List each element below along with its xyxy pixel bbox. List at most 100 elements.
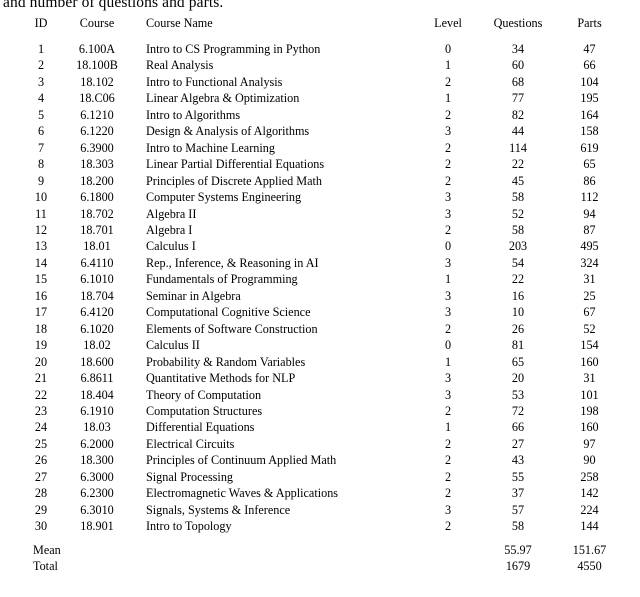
row-cell-course: 18.901: [80, 519, 114, 534]
row-cell-course: 18.303: [80, 157, 114, 172]
row-cell-course-name: Intro to Machine Learning: [146, 140, 275, 155]
row-cell-course-name: Calculus I: [146, 239, 196, 254]
row-cell-parts: 31: [583, 272, 596, 287]
summary-label: Mean: [33, 542, 61, 557]
table-row: 30 18.901 Intro to Topology 2 58 144: [20, 518, 622, 537]
row-cell-id: 27: [34, 469, 48, 484]
row-cell-level: 1: [444, 420, 452, 435]
row-cell-parts: 144: [580, 519, 599, 534]
row-cell-course-name: Principles of Continuum Applied Math: [146, 453, 337, 468]
row-cell-questions: 16: [511, 288, 525, 303]
row-cell-course: 6.8611: [80, 371, 114, 386]
row-cell-course-name: Electrical Circuits: [146, 436, 235, 451]
row-cell-parts: 65: [583, 157, 596, 172]
row-cell-id: 1: [37, 42, 45, 56]
row-cell-parts: 112: [580, 190, 599, 205]
table-row: 19 18.02 Calculus II 0 81 154: [20, 337, 622, 353]
row-cell-level: 3: [444, 502, 452, 517]
row-cell-course-name: Algebra I: [146, 222, 193, 237]
row-cell-questions: 55: [511, 469, 525, 484]
row-cell-questions: 44: [511, 124, 525, 139]
row-cell-id: 11: [35, 206, 47, 221]
summary-label: Total: [33, 559, 58, 574]
table-row: 25 6.2000 Electrical Circuits 2 27 97: [20, 436, 622, 452]
row-cell-level: 3: [444, 371, 452, 386]
row-cell-course-name: Linear Partial Differential Equations: [146, 157, 325, 172]
table-row: 7 6.3900 Intro to Machine Learning 2 114 619: [20, 140, 622, 156]
row-cell-level: 2: [444, 486, 452, 501]
row-cell-level: 2: [444, 157, 452, 172]
row-cell-level: 0: [444, 239, 452, 254]
row-cell-level: 2: [444, 403, 452, 418]
row-cell-course-name: Theory of Computation: [146, 387, 262, 402]
row-cell-id: 13: [34, 239, 48, 254]
row-cell-level: 0: [444, 42, 452, 56]
table-summary: Mean 55.97 151.67 Total 1679 4550: [20, 538, 622, 579]
row-cell-course-name: Quantitative Methods for NLP: [146, 371, 296, 386]
row-cell-level: 1: [444, 58, 452, 73]
column-header-course-name: Course Name: [146, 16, 213, 30]
row-cell-id: 9: [37, 173, 45, 188]
summary-row: Mean 55.97 151.67: [20, 538, 622, 558]
row-cell-course: 6.3010: [80, 502, 114, 517]
row-cell-level: 3: [444, 124, 452, 139]
table-row: 2 18.100B Real Analysis 1 60 66: [20, 57, 622, 73]
row-cell-course-name: Computational Cognitive Science: [146, 305, 311, 320]
row-cell-questions: 65: [511, 354, 525, 369]
row-cell-questions: 58: [511, 190, 525, 205]
table-row: 15 6.1010 Fundamentals of Programming 1 22 31: [20, 271, 622, 287]
table-row: 12 18.701 Algebra I 2 58 87: [20, 222, 622, 238]
row-cell-questions: 60: [511, 58, 525, 73]
summary-cell-parts: 4550: [577, 559, 602, 574]
row-cell-course-name: Intro to Algorithms: [146, 107, 241, 122]
row-cell-parts: 104: [580, 74, 599, 89]
table-row: 28 6.2300 Electromagnetic Waves & Applicat…: [20, 485, 622, 501]
row-cell-course-name: Rep., Inference, & Reasoning in AI: [146, 255, 319, 270]
table-row: 9 18.200 Principles of Discrete Applied Ma…: [20, 173, 622, 189]
row-cell-level: 3: [444, 288, 452, 303]
row-cell-id: 28: [34, 486, 48, 501]
row-cell-id: 16: [34, 288, 48, 303]
row-cell-course-name: Linear Algebra & Optimization: [146, 91, 300, 106]
row-cell-level: 2: [444, 321, 452, 336]
course-statistics-table: ID Course Course Name Level Questions Pa…: [20, 11, 622, 579]
row-cell-id: 25: [34, 436, 48, 451]
row-cell-id: 5: [37, 107, 45, 122]
row-cell-course: 6.1010: [80, 272, 114, 287]
row-cell-course-name: Differential Equations: [146, 420, 255, 435]
table-row: 5 6.1210 Intro to Algorithms 2 82 164: [20, 107, 622, 123]
table-row: 14 6.4110 Rep., Inference, & Reasoning in …: [20, 255, 622, 271]
table-row: 23 6.1910 Computation Structures 2 72 198: [20, 403, 622, 419]
row-cell-questions: 77: [511, 91, 525, 106]
row-cell-course-name: Design & Analysis of Algorithms: [146, 124, 310, 139]
table-row: 24 18.03 Differential Equations 1 66 160: [20, 419, 622, 435]
row-cell-level: 3: [444, 190, 452, 205]
row-cell-id: 6: [37, 124, 45, 139]
row-cell-course: 18.704: [80, 288, 114, 303]
row-cell-course-name: Principles of Discrete Applied Math: [146, 173, 323, 188]
table-row: 16 18.704 Seminar in Algebra 3 16 25: [20, 288, 622, 304]
row-cell-questions: 57: [511, 502, 525, 517]
table-row: 22 18.404 Theory of Computation 3 53 101: [20, 387, 622, 403]
row-cell-questions: 27: [511, 436, 525, 451]
row-cell-course: 6.1210: [80, 107, 114, 122]
row-cell-course: 6.1910: [80, 403, 114, 418]
row-cell-id: 26: [34, 453, 48, 468]
row-cell-id: 29: [34, 502, 48, 517]
row-cell-level: 0: [444, 338, 452, 353]
row-cell-questions: 81: [511, 338, 525, 353]
row-cell-parts: 258: [580, 469, 599, 484]
row-cell-questions: 22: [511, 157, 525, 172]
table-row: 4 18.C06 Linear Algebra & Optimization 1 77 1…: [20, 90, 622, 106]
row-cell-course: 18.100B: [76, 58, 118, 73]
row-cell-questions: 72: [511, 403, 525, 418]
row-cell-parts: 158: [580, 124, 599, 139]
row-cell-course: 6.100A: [78, 42, 116, 56]
row-cell-parts: 66: [583, 58, 596, 73]
row-cell-parts: 195: [580, 91, 599, 106]
column-header-level: Level: [434, 16, 462, 30]
row-cell-level: 2: [444, 74, 452, 89]
row-cell-course-name: Intro to Functional Analysis: [146, 74, 283, 89]
row-cell-questions: 68: [511, 74, 525, 89]
row-cell-id: 3: [37, 74, 45, 89]
